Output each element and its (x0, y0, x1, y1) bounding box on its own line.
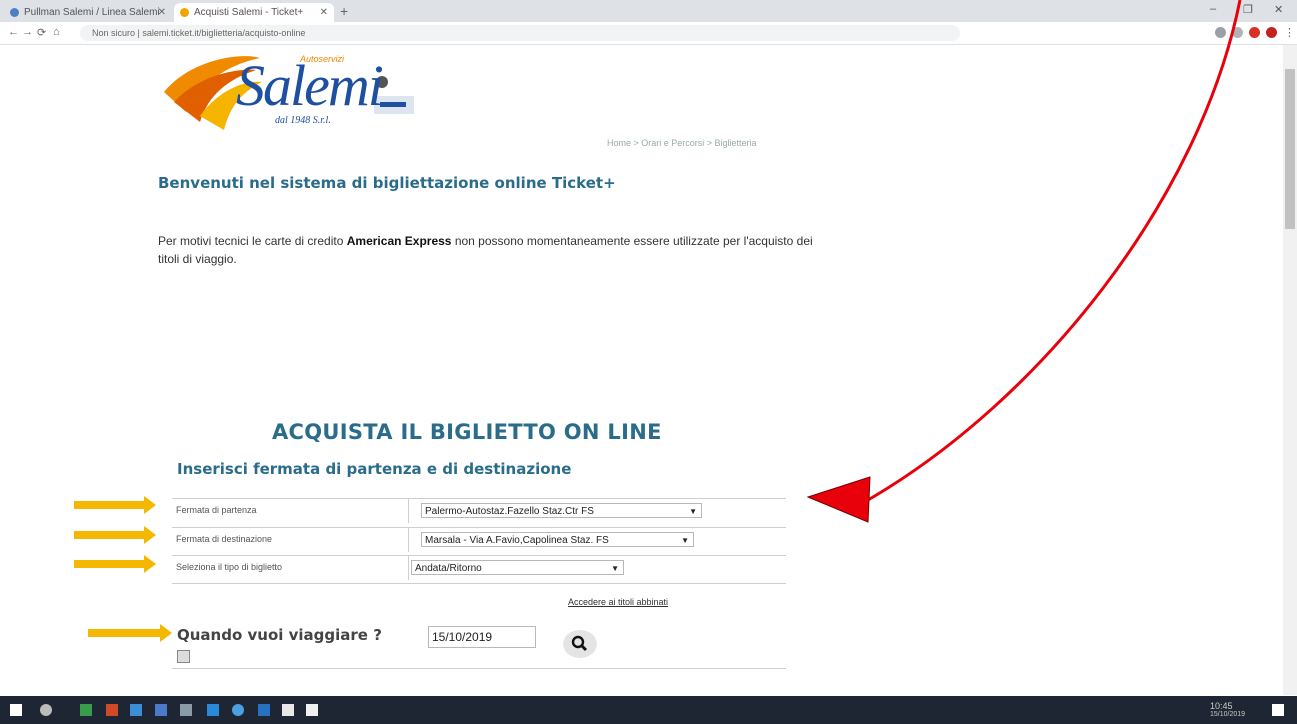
chevron-down-icon: ▼ (611, 564, 619, 573)
minimize-button[interactable]: – (1210, 3, 1216, 15)
notice-bold: American Express (346, 234, 452, 248)
pullman-favicon-icon (10, 8, 19, 17)
destination-label: Fermata di destinazione (176, 534, 273, 544)
stops-subtitle: Inserisci fermata di partenza e di desti… (177, 460, 572, 478)
purchase-title: ACQUISTA IL BIGLIETTO ON LINE (272, 420, 662, 444)
divider (172, 668, 786, 669)
clock-time[interactable]: 10:45 (1210, 701, 1233, 711)
extension-icon[interactable] (1249, 27, 1260, 38)
app-icon[interactable] (106, 704, 118, 716)
ticket-favicon-icon (180, 8, 189, 17)
ticket-type-select[interactable]: Andata/Ritorno ▼ (411, 560, 624, 575)
notice-text: Per motivi tecnici le carte di credito A… (158, 232, 818, 268)
page-scrollbar[interactable] (1283, 45, 1297, 695)
address-bar[interactable]: Non sicuro | salemi.ticket.it/biglietter… (80, 25, 960, 41)
departure-label: Fermata di partenza (176, 505, 257, 515)
travel-date-input[interactable]: 15/10/2019 (428, 626, 536, 648)
search-icon (571, 635, 588, 652)
logo-tagline: Autoservizi (300, 54, 345, 64)
logo-small-text: dal 1948 S.r.l. (275, 115, 331, 126)
departure-row: Fermata di partenza Palermo-Autostaz.Faz… (172, 498, 786, 523)
back-button[interactable]: ← (8, 26, 19, 38)
clock-date[interactable]: 15/10/2019 (1210, 711, 1245, 718)
zoom-icon[interactable] (1215, 27, 1226, 38)
divider (172, 583, 786, 584)
search-button[interactable] (563, 630, 597, 658)
notice-before: Per motivi tecnici le carte di credito (158, 234, 347, 248)
search-taskbar-icon[interactable] (40, 704, 52, 716)
destination-value: Marsala - Via A.Favio,Capolinea Staz. FS (425, 535, 609, 546)
departure-value: Palermo-Autostaz.Fazello Staz.Ctr FS (425, 506, 594, 517)
app-icon[interactable] (306, 704, 318, 716)
start-icon[interactable] (10, 704, 22, 716)
page-title: Benvenuti nel sistema di bigliettazione … (158, 174, 616, 192)
chevron-down-icon: ▼ (689, 507, 697, 516)
chevron-down-icon: ▼ (681, 536, 689, 545)
calendar-icon[interactable] (177, 650, 190, 663)
star-icon[interactable] (1232, 27, 1243, 38)
tab-label: Acquisti Salemi - Ticket+ (194, 7, 304, 18)
destination-row: Fermata di destinazione Marsala - Via A.… (172, 527, 786, 552)
browser-toolbar: ← → ⟳ ⌂ Non sicuro | salemi.ticket.it/bi… (0, 22, 1297, 45)
breadcrumb[interactable]: Home > Orari e Percorsi > Biglietteria (607, 138, 757, 148)
close-window-button[interactable]: ✕ (1274, 3, 1283, 16)
browser-tab-ticket[interactable]: Acquisti Salemi - Ticket+ ✕ (174, 3, 334, 22)
reload-button[interactable]: ⟳ (37, 26, 46, 39)
browser-tab-pullman[interactable]: Pullman Salemi / Linea Salemi ✕ (4, 3, 172, 22)
app-icon[interactable] (282, 704, 294, 716)
app-icon[interactable] (258, 704, 270, 716)
app-icon[interactable] (207, 704, 219, 716)
linked-tickets-link[interactable]: Accedere ai titoli abbinati (568, 597, 668, 607)
close-tab-icon[interactable]: ✕ (158, 3, 166, 22)
ticket-type-row: Seleziona il tipo di biglietto Andata/Ri… (172, 555, 786, 580)
notification-icon[interactable] (1272, 704, 1284, 716)
browser-tab-bar: Pullman Salemi / Linea Salemi ✕ Acquisti… (0, 0, 1297, 22)
home-button[interactable]: ⌂ (53, 26, 60, 38)
destination-select[interactable]: Marsala - Via A.Favio,Capolinea Staz. FS… (421, 532, 694, 547)
maximize-button[interactable]: ❐ (1243, 3, 1253, 16)
scrollbar-thumb[interactable] (1285, 69, 1295, 229)
app-icon[interactable] (130, 704, 142, 716)
departure-select[interactable]: Palermo-Autostaz.Fazello Staz.Ctr FS ▼ (421, 503, 702, 518)
profile-avatar-icon[interactable] (1266, 27, 1277, 38)
annotation-arrow-departure (74, 496, 156, 514)
annotation-arrow-destination (74, 526, 156, 544)
annotation-arrow-date (88, 624, 172, 642)
browser-taskbar-icon[interactable] (232, 704, 244, 716)
annotation-arrow-ticket-type (74, 555, 156, 573)
tab-label: Pullman Salemi / Linea Salemi (24, 7, 160, 18)
ticket-type-label: Seleziona il tipo di biglietto (176, 562, 283, 572)
windows-taskbar: 10:45 15/10/2019 (0, 696, 1297, 724)
new-tab-button[interactable]: + (340, 3, 348, 19)
forward-button[interactable]: → (22, 26, 33, 38)
ticket-type-value: Andata/Ritorno (415, 563, 482, 574)
menu-icon[interactable]: ⋮ (1284, 26, 1295, 39)
app-icon[interactable] (80, 704, 92, 716)
when-label: Quando vuoi viaggiare ? (177, 626, 382, 644)
close-tab-icon[interactable]: ✕ (320, 3, 328, 22)
app-icon[interactable] (155, 704, 167, 716)
app-icon[interactable] (180, 704, 192, 716)
